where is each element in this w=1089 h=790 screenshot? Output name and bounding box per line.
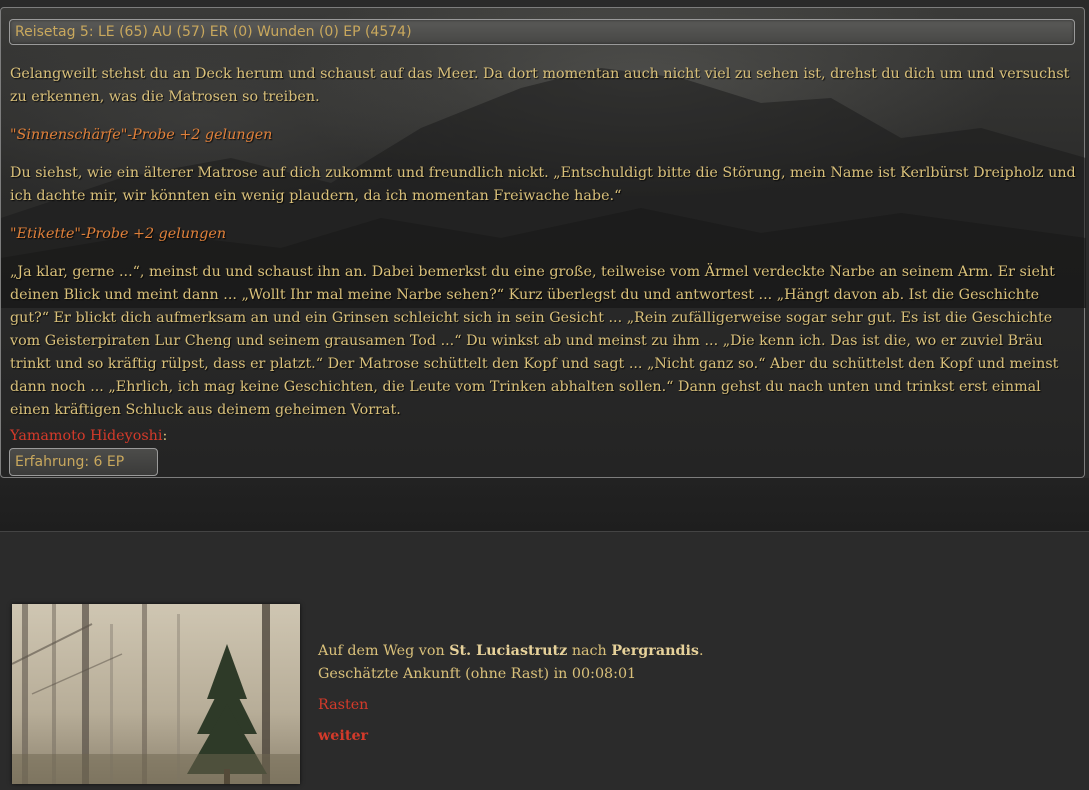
route-from: St. Luciastrutz — [449, 643, 568, 659]
experience-box: Erfahrung: 6 EP — [9, 448, 158, 476]
route-to: Pergrandis — [611, 643, 699, 659]
travel-section: Auf dem Weg von St. Luciastrutz nach Per… — [0, 532, 1089, 790]
route-middle: nach — [571, 643, 607, 659]
arrival-estimate: Geschätzte Ankunft (ohne Rast) in 00:08:… — [318, 666, 637, 682]
section-divider — [0, 478, 1089, 532]
status-bar: Reisetag 5: LE (65) AU (57) ER (0) Wunde… — [9, 19, 1075, 45]
player-name-link[interactable]: Yamamoto Hideyoshi — [10, 428, 162, 444]
forest-image — [12, 604, 300, 784]
story-paragraph: Gelangweilt stehst du an Deck herum und … — [10, 66, 1070, 105]
route-prefix: Auf dem Weg von — [318, 643, 445, 659]
story-paragraph: Du siehst, wie ein älterer Matrose auf d… — [10, 165, 1076, 204]
player-line: Yamamoto Hideyoshi: — [10, 425, 167, 448]
story-panel: Reisetag 5: LE (65) AU (57) ER (0) Wunde… — [0, 7, 1086, 478]
player-colon: : — [162, 428, 168, 444]
probe-result: "Sinnenschärfe"-Probe +2 gelungen — [10, 127, 273, 143]
route-line: Auf dem Weg von St. Luciastrutz nach Per… — [318, 640, 704, 663]
route-suffix: . — [698, 643, 704, 659]
story-text: Gelangweilt stehst du an Deck herum und … — [10, 63, 1080, 437]
story-paragraph: „Ja klar, gerne ...“, meinst du und scha… — [10, 264, 1059, 418]
continue-link[interactable]: weiter — [318, 725, 704, 748]
travel-info: Auf dem Weg von St. Luciastrutz nach Per… — [318, 640, 704, 748]
rest-link[interactable]: Rasten — [318, 694, 704, 717]
probe-result: "Etikette"-Probe +2 gelungen — [10, 226, 227, 242]
